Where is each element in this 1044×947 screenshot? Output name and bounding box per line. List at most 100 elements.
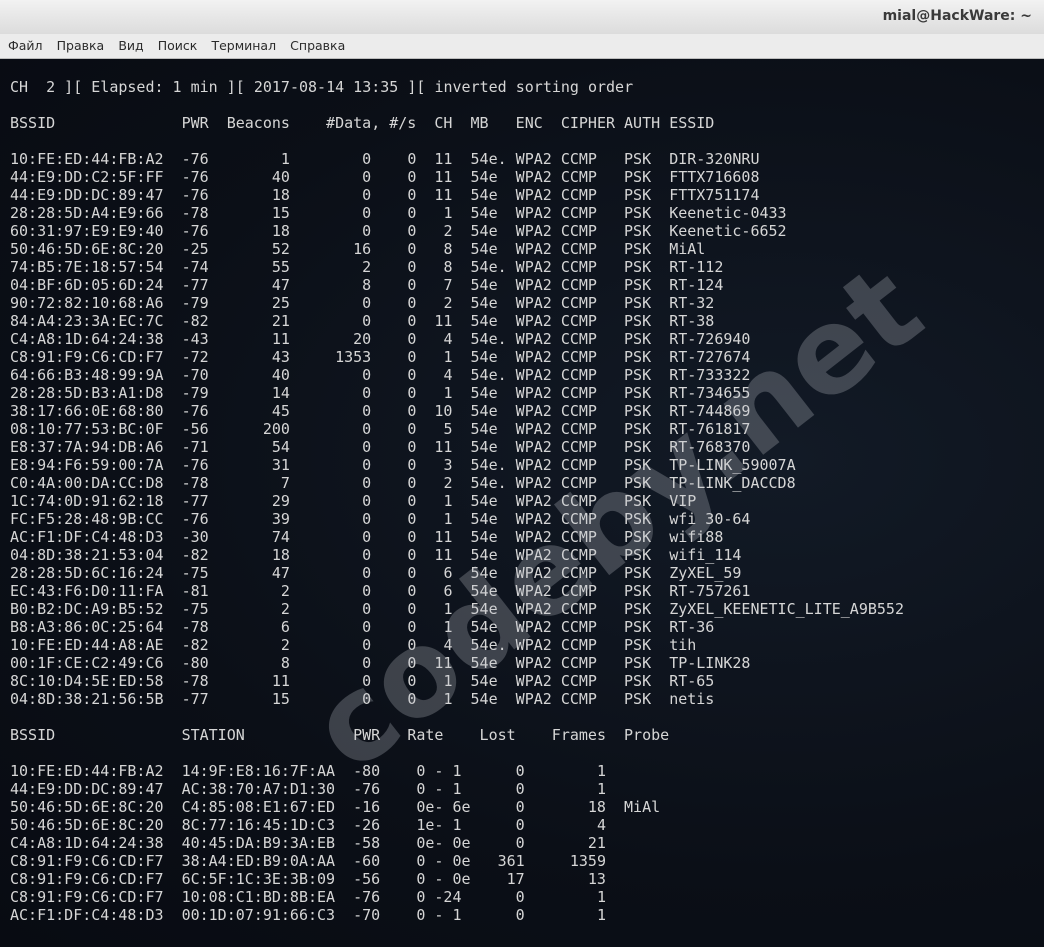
cell-bssid: 44:E9:DD:DC:89:47	[10, 780, 164, 798]
ap-row: 04:BF:6D:05:6D:24 -77 47 8 0 7 54e WPA2 CCMP PSK R…	[10, 276, 1030, 294]
cell-station: 8C:77:16:45:1D:C3	[181, 816, 336, 834]
cell-bssid: C8:91:F9:C6:CD:F7	[10, 348, 164, 366]
cell-auth: PSK	[624, 276, 652, 294]
station-row: 44:E9:DD:DC:89:47 AC:38:70:A7:D1:30 -76 0 -…	[10, 780, 1030, 798]
ap-row: C4:A8:1D:64:24:38 -43 11 20 0 4 54e. WPA2 CCMP PS…	[10, 330, 1030, 348]
cell-enc: WPA2	[515, 636, 552, 654]
cell-data: 0	[362, 222, 372, 240]
cell-auth: PSK	[624, 330, 652, 348]
cell-mb: 54e	[470, 438, 498, 456]
ap-row: 44:E9:DD:DC:89:47 -76 18 0 0 11 54e WPA2 CCMP PSK…	[10, 186, 1030, 204]
header-mb: MB	[470, 114, 489, 132]
cell-beacons: 47	[271, 564, 290, 582]
cell-data: 0	[362, 150, 372, 168]
cell-bssid: 8C:10:D4:5E:ED:58	[10, 672, 164, 690]
cell-ch: 11	[434, 168, 453, 186]
menu-terminal[interactable]: Терминал	[211, 34, 276, 58]
header-cipher: CIPHER	[560, 114, 616, 132]
cell-pwr: -74	[181, 258, 209, 276]
cell-frames: 1	[596, 780, 606, 798]
ap-row: 08:10:77:53:BC:0F -56 200 0 0 5 54e WPA2 CCMP PSK…	[10, 420, 1030, 438]
cell-pwr: -26	[353, 816, 381, 834]
cell-mb: 54e	[470, 420, 498, 438]
cell-pwr: -75	[181, 600, 209, 618]
header-enc: ENC	[515, 114, 543, 132]
cell-auth: PSK	[624, 546, 652, 564]
cell-pwr: -30	[181, 528, 209, 546]
cell-pwr: -79	[181, 294, 209, 312]
station-row: C8:91:F9:C6:CD:F7 38:A4:ED:B9:0A:AA -60 0 -…	[10, 852, 1030, 870]
cell-pwr: -71	[181, 438, 209, 456]
cell-mb: 54e.	[470, 258, 507, 276]
cell-rate: 0	[407, 330, 417, 348]
cell-bssid: 74:B5:7E:18:57:54	[10, 258, 164, 276]
cell-data: 8	[362, 276, 372, 294]
station-row: 50:46:5D:6E:8C:20 8C:77:16:45:1D:C3 -26 1e-…	[10, 816, 1030, 834]
cell-bssid: AC:F1:DF:C4:48:D3	[10, 528, 164, 546]
menu-search[interactable]: Поиск	[158, 34, 198, 58]
cell-mb: 54e	[470, 492, 498, 510]
cell-rate: 0 - 0e	[416, 852, 471, 870]
cell-mb: 54e	[470, 510, 498, 528]
cell-ch: 11	[434, 438, 453, 456]
terminal-output[interactable]: CH 2 ][ Elapsed: 1 min ][ 2017-08-14 13:…	[0, 59, 1044, 947]
cell-bssid: 60:31:97:E9:E9:40	[10, 222, 164, 240]
ap-row: 44:E9:DD:C2:5F:FF -76 40 0 0 11 54e WPA2 CCMP PSK…	[10, 168, 1030, 186]
cell-station: AC:38:70:A7:D1:30	[181, 780, 336, 798]
cell-mb: 54e	[470, 618, 498, 636]
header-frames: Frames	[551, 726, 606, 744]
cell-bssid: E8:37:7A:94:DB:A6	[10, 438, 164, 456]
cell-ch: 11	[434, 312, 453, 330]
cell-bssid: 28:28:5D:6C:16:24	[10, 564, 164, 582]
ap-row: 10:FE:ED:44:FB:A2 -76 1 0 0 11 54e. WPA2 CCMP PSK…	[10, 150, 1030, 168]
cell-frames: 21	[587, 834, 606, 852]
cell-rate: 0	[407, 312, 417, 330]
cell-enc: WPA2	[515, 456, 552, 474]
station-row: C8:91:F9:C6:CD:F7 6C:5F:1C:3E:3B:09 -56 0 -…	[10, 870, 1030, 888]
cell-data: 20	[353, 330, 372, 348]
cell-enc: WPA2	[515, 240, 552, 258]
ap-row: 04:8D:38:21:56:5B -77 15 0 0 1 54e WPA2 CCMP PSK n…	[10, 690, 1030, 708]
cell-enc: WPA2	[515, 168, 552, 186]
header-auth: AUTH	[624, 114, 661, 132]
menu-edit[interactable]: Правка	[57, 34, 105, 58]
cell-rate: 0	[407, 690, 417, 708]
cell-bssid: AC:F1:DF:C4:48:D3	[10, 906, 164, 924]
menu-view[interactable]: Вид	[118, 34, 143, 58]
cell-cipher: CCMP	[560, 312, 597, 330]
cell-cipher: CCMP	[560, 222, 597, 240]
cell-essid: RT-727674	[669, 348, 751, 366]
cell-beacons: 55	[271, 258, 290, 276]
cell-lost: 17	[506, 870, 525, 888]
cell-ch: 3	[443, 456, 453, 474]
header-rate: #/s	[389, 114, 417, 132]
cell-data: 0	[362, 456, 372, 474]
cell-data: 2	[362, 258, 372, 276]
cell-enc: WPA2	[515, 402, 552, 420]
cell-essid: RT-733322	[669, 366, 751, 384]
cell-pwr: -77	[181, 492, 209, 510]
cell-enc: WPA2	[515, 204, 552, 222]
cell-pwr: -76	[181, 150, 209, 168]
station-row: AC:F1:DF:C4:48:D3 00:1D:07:91:66:C3 -70 0 -…	[10, 906, 1030, 924]
cell-rate: 0	[407, 636, 417, 654]
ap-row: C8:91:F9:C6:CD:F7 -72 43 1353 0 1 54e WPA2 CCMP P…	[10, 348, 1030, 366]
cell-auth: PSK	[624, 258, 652, 276]
menu-help[interactable]: Справка	[290, 34, 345, 58]
cell-pwr: -80	[353, 762, 381, 780]
cell-cipher: CCMP	[560, 258, 597, 276]
cell-mb: 54e	[470, 312, 498, 330]
menu-file[interactable]: Файл	[8, 34, 43, 58]
cell-data: 0	[362, 636, 372, 654]
cell-pwr: -43	[181, 330, 209, 348]
ap-row: 38:17:66:0E:68:80 -76 45 0 0 10 54e WPA2 CCMP PSK…	[10, 402, 1030, 420]
cell-beacons: 15	[271, 204, 290, 222]
station-row: 50:46:5D:6E:8C:20 C4:85:08:E1:67:ED -16 0e-…	[10, 798, 1030, 816]
cell-station: 00:1D:07:91:66:C3	[181, 906, 336, 924]
cell-beacons: 52	[271, 240, 290, 258]
header-rate: Rate	[407, 726, 444, 744]
cell-frames: 4	[596, 816, 606, 834]
cell-beacons: 25	[271, 294, 290, 312]
cell-beacons: 15	[271, 690, 290, 708]
cell-auth: PSK	[624, 366, 652, 384]
